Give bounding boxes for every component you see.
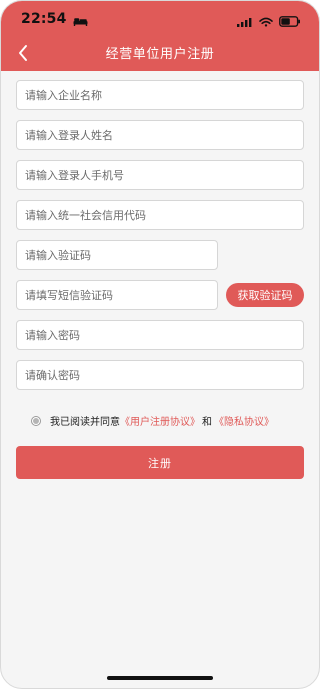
privacy-agreement-link[interactable]: 《隐私协议》 bbox=[214, 413, 274, 428]
confirm-password-field[interactable]: 请确认密码 bbox=[16, 360, 304, 390]
sms-code-field[interactable]: 请填写短信验证码 bbox=[16, 280, 218, 310]
register-button[interactable]: 注册 bbox=[16, 446, 304, 479]
company-name-placeholder: 请输入企业名称 bbox=[25, 89, 102, 102]
wifi-icon bbox=[259, 12, 273, 31]
phone-screen: 22:54 经营单位用户注册 请输入企业名称 请输入登录人姓名 请输入登录人手机… bbox=[0, 0, 320, 689]
phone-field[interactable]: 请输入登录人手机号 bbox=[16, 160, 304, 190]
get-sms-code-button[interactable]: 获取验证码 bbox=[226, 283, 304, 307]
agreement-prefix: 我已阅读并同意 bbox=[50, 417, 120, 428]
header: 22:54 经营单位用户注册 bbox=[1, 1, 319, 71]
login-name-placeholder: 请输入登录人姓名 bbox=[25, 129, 113, 142]
agreement-radio[interactable] bbox=[31, 415, 41, 426]
sms-code-placeholder: 请填写短信验证码 bbox=[25, 289, 113, 302]
credit-code-field[interactable]: 请输入统一社会信用代码 bbox=[16, 200, 304, 230]
login-name-field[interactable]: 请输入登录人姓名 bbox=[16, 120, 304, 150]
status-time-wrap: 22:54 bbox=[21, 11, 88, 27]
agreement-connector: 和 bbox=[202, 417, 212, 428]
status-bar: 22:54 bbox=[1, 1, 319, 35]
status-icons bbox=[237, 12, 301, 31]
status-time: 22:54 bbox=[21, 11, 67, 27]
sms-code-row: 请填写短信验证码 获取验证码 bbox=[16, 280, 304, 310]
phone-placeholder: 请输入登录人手机号 bbox=[25, 169, 124, 182]
navigation-bar: 经营单位用户注册 bbox=[1, 35, 319, 71]
captcha-field[interactable]: 请输入验证码 bbox=[16, 240, 218, 270]
password-placeholder: 请输入密码 bbox=[25, 329, 80, 342]
credit-code-placeholder: 请输入统一社会信用代码 bbox=[25, 209, 146, 222]
user-agreement-link[interactable]: 《用户注册协议》 bbox=[120, 413, 200, 428]
signal-icon bbox=[237, 12, 253, 31]
confirm-password-placeholder: 请确认密码 bbox=[25, 369, 80, 382]
registration-form: 请输入企业名称 请输入登录人姓名 请输入登录人手机号 请输入统一社会信用代码 请… bbox=[16, 80, 306, 400]
register-button-label: 注册 bbox=[148, 456, 172, 470]
agreement-row: 我已阅读并同意 《用户注册协议》 和 《隐私协议》 bbox=[31, 413, 301, 428]
company-name-field[interactable]: 请输入企业名称 bbox=[16, 80, 304, 110]
captcha-placeholder: 请输入验证码 bbox=[25, 249, 91, 262]
home-indicator bbox=[107, 676, 213, 680]
battery-icon bbox=[279, 12, 301, 31]
get-sms-code-label: 获取验证码 bbox=[237, 289, 293, 302]
page-title: 经营单位用户注册 bbox=[105, 47, 215, 62]
bed-icon bbox=[73, 14, 88, 26]
password-field[interactable]: 请输入密码 bbox=[16, 320, 304, 350]
